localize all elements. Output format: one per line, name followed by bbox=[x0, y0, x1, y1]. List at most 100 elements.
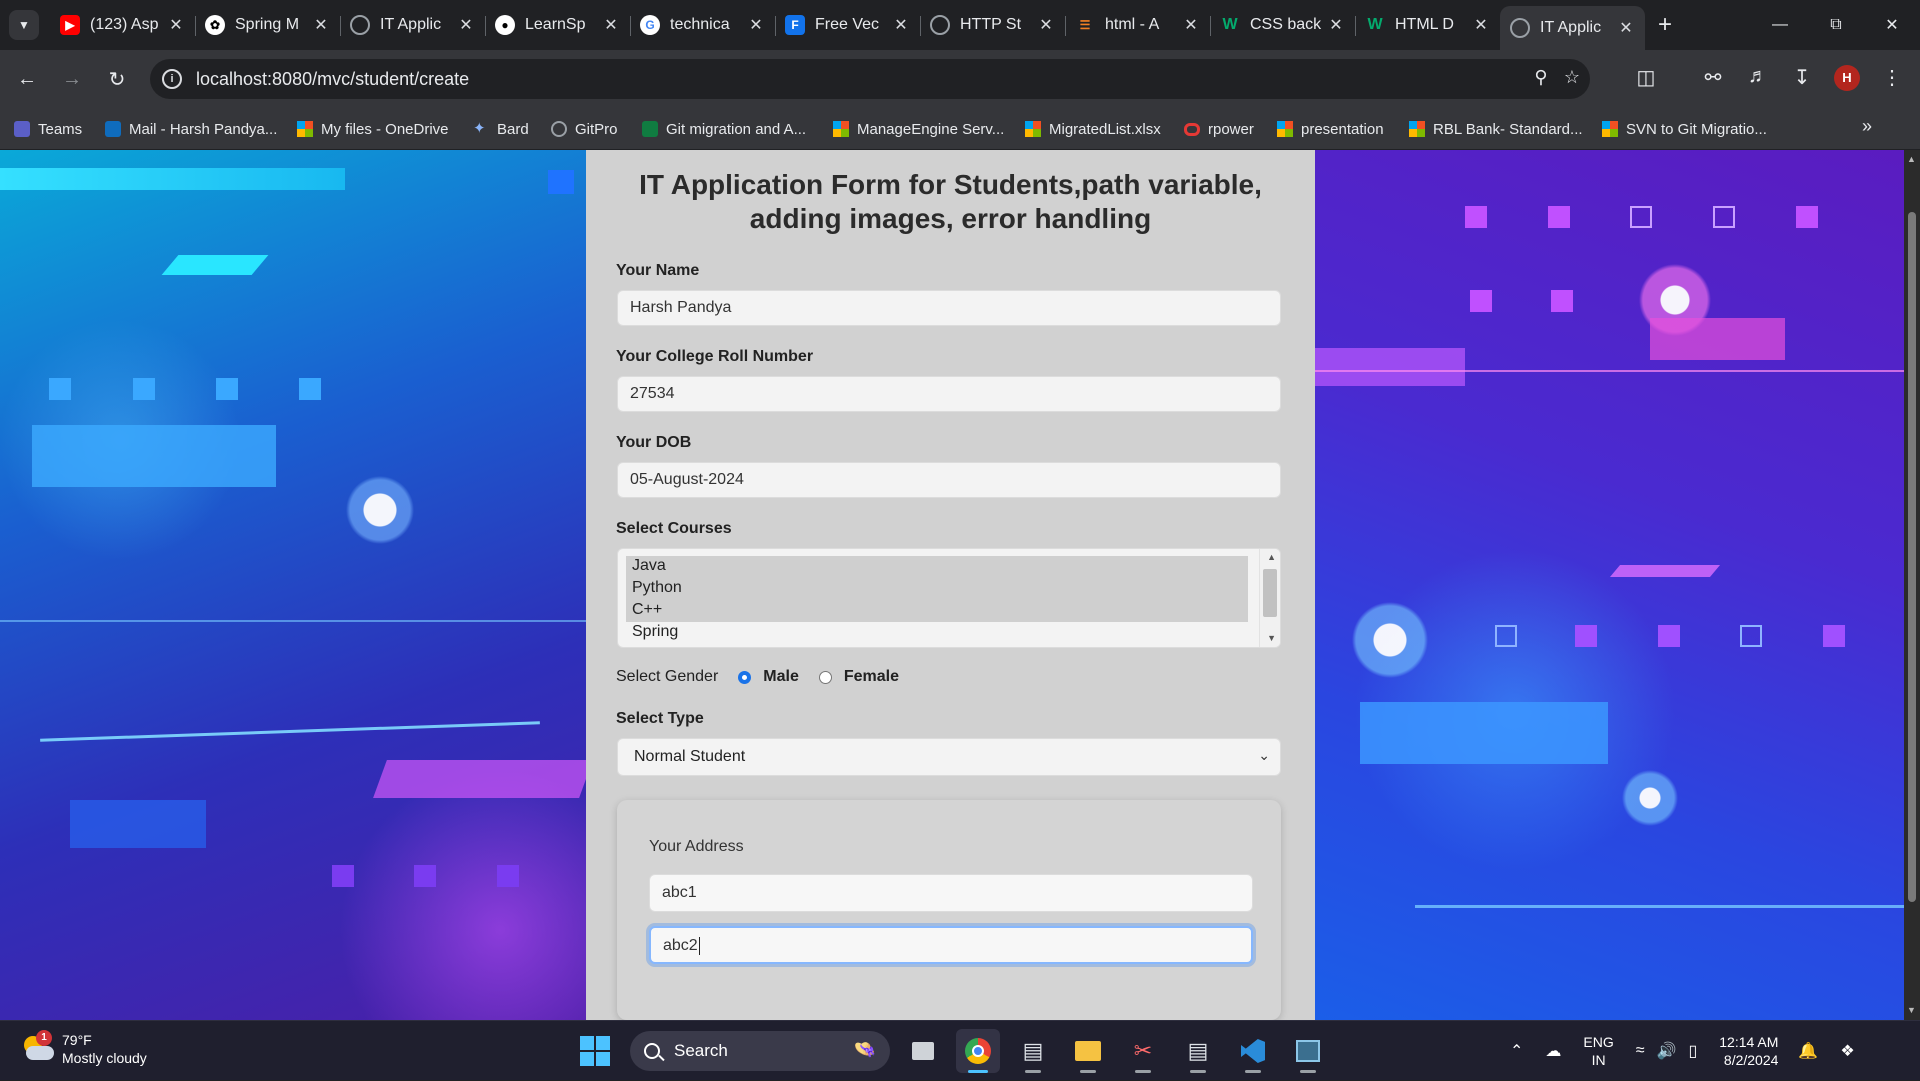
course-option[interactable]: Spring bbox=[632, 623, 678, 641]
task-view-icon[interactable] bbox=[901, 1029, 945, 1073]
close-tab-icon[interactable]: ✕ bbox=[1182, 15, 1200, 35]
onedrive-cloud-icon[interactable]: ☁ bbox=[1545, 1041, 1561, 1061]
bookmark[interactable]: SVN to Git Migratio... bbox=[1602, 108, 1767, 150]
download-icon[interactable]: ↧ bbox=[1788, 65, 1816, 93]
tab[interactable]: W HTML D ✕ bbox=[1355, 6, 1500, 44]
address-bar[interactable]: i localhost:8080/mvc/student/create ⚲ ☆ bbox=[150, 59, 1590, 99]
page-scrollbar[interactable]: ▲ ▼ bbox=[1904, 150, 1920, 1020]
close-tab-icon[interactable]: ✕ bbox=[167, 15, 185, 35]
globe-icon bbox=[350, 15, 370, 35]
student-type-select[interactable]: Normal Student ⌄ bbox=[617, 738, 1281, 776]
scroll-down-icon[interactable]: ▼ bbox=[1267, 633, 1276, 643]
chevron-up-icon[interactable]: ⌃ bbox=[1510, 1041, 1523, 1061]
bookmark[interactable]: ✦ Bard bbox=[473, 108, 529, 150]
tab-active[interactable]: IT Applic ✕ bbox=[1500, 6, 1645, 50]
language-indicator[interactable]: ENG IN bbox=[1583, 1033, 1613, 1069]
battery-icon[interactable]: ▯ bbox=[1688, 1041, 1697, 1061]
bookmark[interactable]: RBL Bank- Standard... bbox=[1409, 108, 1583, 150]
close-tab-icon[interactable]: ✕ bbox=[312, 15, 330, 35]
roll-number-input[interactable]: 27534 bbox=[617, 376, 1281, 412]
volume-icon[interactable]: 🔊 bbox=[1657, 1041, 1677, 1061]
performance-icon[interactable]: ⚯ bbox=[1699, 65, 1727, 93]
bookmark[interactable]: presentation bbox=[1277, 108, 1384, 150]
course-option[interactable]: C++ bbox=[632, 601, 662, 619]
extensions-icon[interactable]: ◫ bbox=[1632, 65, 1660, 93]
ide-icon[interactable]: ▤ bbox=[1176, 1029, 1220, 1073]
vscode-icon[interactable] bbox=[1231, 1029, 1275, 1073]
bookmark[interactable]: My files - OneDrive bbox=[297, 108, 449, 150]
minimize-button[interactable]: — bbox=[1752, 0, 1808, 50]
scroll-up-icon[interactable]: ▲ bbox=[1267, 552, 1276, 562]
profile-avatar[interactable]: H bbox=[1834, 65, 1860, 91]
name-input[interactable]: Harsh Pandya bbox=[617, 290, 1281, 326]
close-tab-icon[interactable]: ✕ bbox=[747, 15, 765, 35]
listbox-scrollbar[interactable]: ▲ ▼ bbox=[1259, 549, 1280, 647]
tab[interactable]: ▶ (123) Asp ✕ bbox=[50, 6, 195, 44]
close-tab-icon[interactable]: ✕ bbox=[1472, 15, 1490, 35]
forward-button[interactable]: → bbox=[57, 64, 87, 94]
gender-radio-female[interactable] bbox=[818, 670, 832, 684]
notification-bell-icon[interactable]: 🔔 bbox=[1798, 1041, 1818, 1061]
restore-button[interactable]: ⧉ bbox=[1808, 0, 1864, 50]
bookmark-star-icon[interactable]: ☆ bbox=[1560, 67, 1584, 91]
media-control-icon[interactable]: ♬ bbox=[1744, 65, 1772, 93]
bookmark[interactable]: rpower bbox=[1184, 108, 1254, 150]
dob-input[interactable]: 05-August-2024 bbox=[617, 462, 1281, 498]
close-tab-icon[interactable]: ✕ bbox=[1037, 15, 1055, 35]
menu-kebab-icon[interactable]: ⋮ bbox=[1878, 65, 1906, 93]
new-tab-button[interactable]: + bbox=[1645, 6, 1685, 44]
tab[interactable]: F Free Vec ✕ bbox=[775, 6, 920, 44]
close-window-button[interactable]: ✕ bbox=[1864, 0, 1920, 50]
tab[interactable]: ✿ Spring M ✕ bbox=[195, 6, 340, 44]
windows-start-icon[interactable] bbox=[580, 1036, 610, 1066]
bookmark[interactable]: MigratedList.xlsx bbox=[1025, 108, 1161, 150]
wifi-icon[interactable]: ≈ bbox=[1636, 1042, 1645, 1060]
bookmark[interactable]: ManageEngine Serv... bbox=[833, 108, 1004, 150]
scroll-down-icon[interactable]: ▼ bbox=[1907, 1005, 1916, 1015]
zoom-icon[interactable]: ⚲ bbox=[1529, 67, 1553, 91]
address-line1-input[interactable]: abc1 bbox=[649, 874, 1253, 912]
tab[interactable]: IT Applic ✕ bbox=[340, 6, 485, 44]
ide-icon[interactable]: ▤ bbox=[1011, 1029, 1055, 1073]
reload-button[interactable]: ↻ bbox=[102, 64, 132, 94]
scroll-thumb[interactable] bbox=[1908, 212, 1916, 902]
taskbar-search[interactable]: Search 👒 bbox=[630, 1031, 890, 1071]
folder-icon[interactable] bbox=[1066, 1029, 1110, 1073]
tab[interactable]: ☰ html - A ✕ bbox=[1065, 6, 1210, 44]
close-tab-icon[interactable]: ✕ bbox=[1617, 18, 1635, 38]
search-highlight-icon: 👒 bbox=[853, 1039, 876, 1059]
tab[interactable]: HTTP St ✕ bbox=[920, 6, 1065, 44]
scroll-thumb[interactable] bbox=[1263, 569, 1277, 617]
terminal-icon[interactable] bbox=[1286, 1029, 1330, 1073]
snipping-tool-icon[interactable]: ✂ bbox=[1121, 1029, 1165, 1073]
back-button[interactable]: ← bbox=[12, 64, 42, 94]
tab[interactable]: W CSS back ✕ bbox=[1210, 6, 1355, 44]
close-tab-icon[interactable]: ✕ bbox=[457, 15, 475, 35]
tab[interactable]: ● LearnSp ✕ bbox=[485, 6, 630, 44]
address-line2-input[interactable]: abc2 bbox=[649, 926, 1253, 964]
bookmark[interactable]: Git migration and A... bbox=[642, 108, 806, 150]
url-text[interactable]: localhost:8080/mvc/student/create bbox=[196, 69, 469, 90]
weather-widget[interactable]: 1 79°F Mostly cloudy bbox=[20, 1030, 147, 1067]
bookmark[interactable]: GitPro bbox=[551, 108, 618, 150]
gender-radio-male[interactable] bbox=[738, 670, 752, 684]
bookmark[interactable]: Teams bbox=[14, 108, 82, 150]
clock[interactable]: 12:14 AM 8/2/2024 bbox=[1719, 1033, 1778, 1069]
youtube-icon: ▶ bbox=[60, 15, 80, 35]
chevron-double-right-icon[interactable]: » bbox=[1862, 116, 1872, 137]
course-option[interactable]: Python bbox=[632, 579, 682, 597]
tab[interactable]: Gtechnica ✕ bbox=[630, 6, 775, 44]
courses-multiselect[interactable]: Java Python C++ Spring ▲ ▼ bbox=[617, 548, 1281, 648]
openai-icon: ✿ bbox=[205, 15, 225, 35]
copilot-icon[interactable]: ❖ bbox=[1840, 1041, 1854, 1061]
site-info-icon[interactable]: i bbox=[162, 69, 182, 89]
close-tab-icon[interactable]: ✕ bbox=[892, 15, 910, 35]
bookmark[interactable]: Mail - Harsh Pandya... bbox=[105, 108, 277, 150]
course-option[interactable]: Java bbox=[632, 557, 666, 575]
select-value: Normal Student bbox=[634, 748, 746, 765]
tab-search-button[interactable]: ▼ bbox=[9, 10, 39, 40]
close-tab-icon[interactable]: ✕ bbox=[1327, 15, 1345, 35]
close-tab-icon[interactable]: ✕ bbox=[602, 15, 620, 35]
scroll-up-icon[interactable]: ▲ bbox=[1907, 154, 1916, 164]
chrome-icon[interactable] bbox=[956, 1029, 1000, 1073]
